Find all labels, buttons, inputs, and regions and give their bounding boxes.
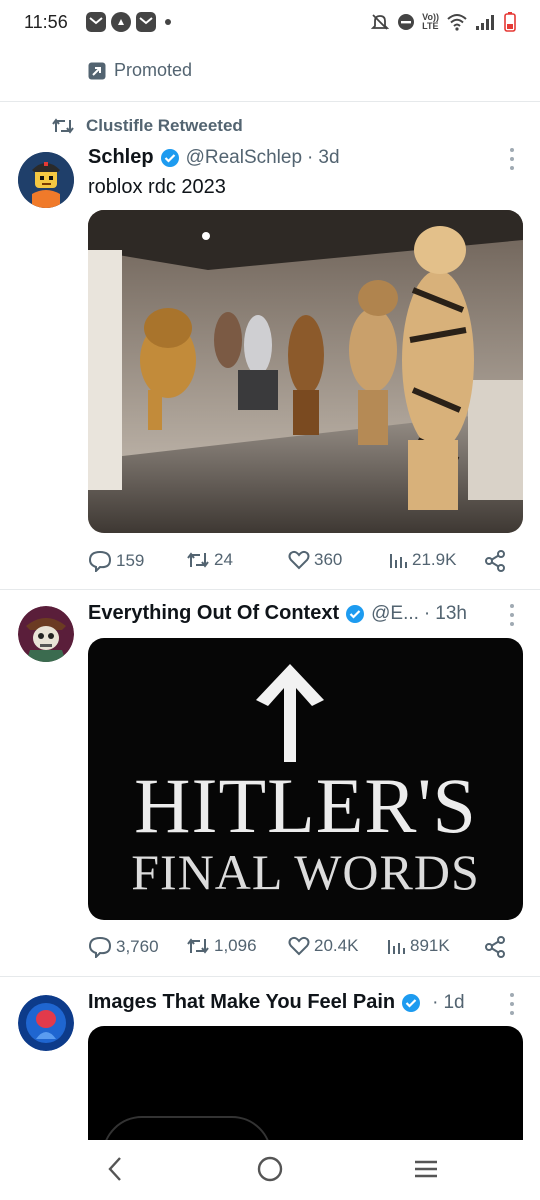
reply-count: 159 (116, 551, 145, 570)
status-bar: 11:56 Vo)) LTE (0, 0, 540, 48)
media-shape (102, 1116, 272, 1140)
reply-button[interactable]: 159 (88, 550, 144, 572)
author-name[interactable]: Schlep (88, 146, 154, 169)
retweet-count: 1,096 (214, 936, 257, 955)
share-button[interactable] (484, 936, 506, 958)
like-count: 20.4K (314, 936, 359, 955)
tweet[interactable]: Clustifle Retweeted Schlep @RealSchlep ·… (0, 116, 540, 586)
system-navigation-bar (0, 1140, 540, 1200)
tweet[interactable]: Images That Make You Feel Pain · 1d (0, 977, 540, 1140)
more-options-icon[interactable] (504, 148, 520, 170)
heart-icon (288, 550, 310, 570)
tweet[interactable]: Everything Out Of Context @E... · 13h HI… (0, 590, 540, 976)
lte-label: LTE (422, 21, 439, 31)
tweet-header: Schlep @RealSchlep · 3d (88, 146, 486, 169)
more-notifications-dot-icon (165, 19, 171, 25)
reply-button[interactable]: 3,760 (88, 936, 159, 958)
reply-icon (88, 550, 112, 572)
promoted-arrow-icon (88, 62, 106, 79)
like-count: 360 (314, 550, 343, 569)
tweet-actions: 159 24 360 21.9K (88, 550, 518, 576)
author-handle[interactable]: @E... (371, 603, 419, 625)
separator-dot: · (307, 146, 314, 168)
view-count: 891K (410, 936, 450, 955)
home-icon[interactable] (256, 1154, 284, 1184)
tweet-header: Everything Out Of Context @E... · 13h (88, 602, 486, 625)
tweet-actions: 3,760 1,096 20.4K 891K (88, 936, 518, 962)
volte-lte-indicator: Vo)) LTE (422, 13, 439, 31)
views-button[interactable]: 891K (386, 936, 450, 956)
views-bar-chart-icon (388, 940, 405, 954)
avatar[interactable] (18, 995, 74, 1051)
avatar[interactable] (18, 606, 74, 662)
battery-low-icon (504, 12, 516, 32)
like-button[interactable]: 20.4K (288, 936, 358, 956)
separator-dot: · (423, 602, 431, 624)
view-count: 21.9K (412, 550, 457, 569)
share-icon (485, 550, 505, 572)
system-icons: Vo)) LTE (370, 12, 516, 32)
reply-count: 3,760 (116, 937, 159, 956)
share-icon (485, 936, 505, 958)
author-name[interactable]: Images That Make You Feel Pain (88, 991, 395, 1014)
verified-badge-icon (160, 148, 179, 167)
more-options-icon[interactable] (504, 993, 520, 1015)
timestamp[interactable]: 3d (318, 147, 339, 169)
tweet-media-image[interactable] (88, 1026, 523, 1140)
divider (0, 101, 540, 102)
more-options-icon[interactable] (504, 604, 520, 626)
reply-icon (88, 936, 112, 958)
wifi-icon (447, 14, 467, 31)
views-bar-chart-icon (390, 554, 407, 568)
image-caption-line-1: HITLER'S (134, 762, 477, 849)
back-icon[interactable] (104, 1154, 126, 1184)
author-name[interactable]: Everything Out Of Context (88, 602, 339, 625)
retweet-count: 24 (214, 550, 233, 569)
up-arrow-icon (256, 664, 324, 762)
image-caption-line-2: FINAL WORDS (131, 844, 480, 900)
tweet-media-image[interactable]: HITLER'S FINAL WORDS (88, 638, 523, 920)
retweet-icon (187, 938, 209, 954)
status-time: 11:56 (24, 12, 68, 32)
retweet-context[interactable]: Clustifle Retweeted (52, 116, 243, 136)
heart-icon (288, 936, 310, 956)
retweet-icon (187, 552, 209, 568)
promoted-indicator: Promoted (88, 60, 192, 81)
tweet-media-image[interactable] (88, 210, 523, 533)
do-not-disturb-icon (398, 14, 415, 30)
recent-apps-icon[interactable] (412, 1154, 440, 1184)
verified-badge-icon (346, 604, 365, 623)
compass-notification-icon (111, 12, 131, 32)
author-handle[interactable]: @RealSchlep (186, 147, 302, 169)
views-button[interactable]: 21.9K (388, 550, 456, 570)
verified-badge-icon (402, 993, 421, 1012)
mute-bell-icon (370, 14, 390, 30)
promoted-label: Promoted (114, 60, 193, 80)
retweet-button[interactable]: 1,096 (186, 936, 257, 956)
mail-notification-icon (136, 12, 156, 32)
tweet-text: roblox rdc 2023 (88, 176, 226, 198)
timestamp[interactable]: 1d (443, 992, 464, 1014)
tweet-header: Images That Make You Feel Pain · 1d (88, 991, 486, 1014)
like-button[interactable]: 360 (288, 550, 342, 570)
mail-notification-icon (86, 12, 106, 32)
share-button[interactable] (484, 550, 506, 572)
avatar[interactable] (18, 152, 74, 208)
retweet-label: Clustifle Retweeted (86, 116, 243, 135)
retweet-icon (52, 118, 74, 134)
retweet-button[interactable]: 24 (186, 550, 233, 570)
signal-strength-icon (476, 15, 494, 30)
notification-icons (86, 12, 171, 32)
separator-dot: · (432, 991, 439, 1013)
timestamp[interactable]: 13h (435, 603, 467, 625)
